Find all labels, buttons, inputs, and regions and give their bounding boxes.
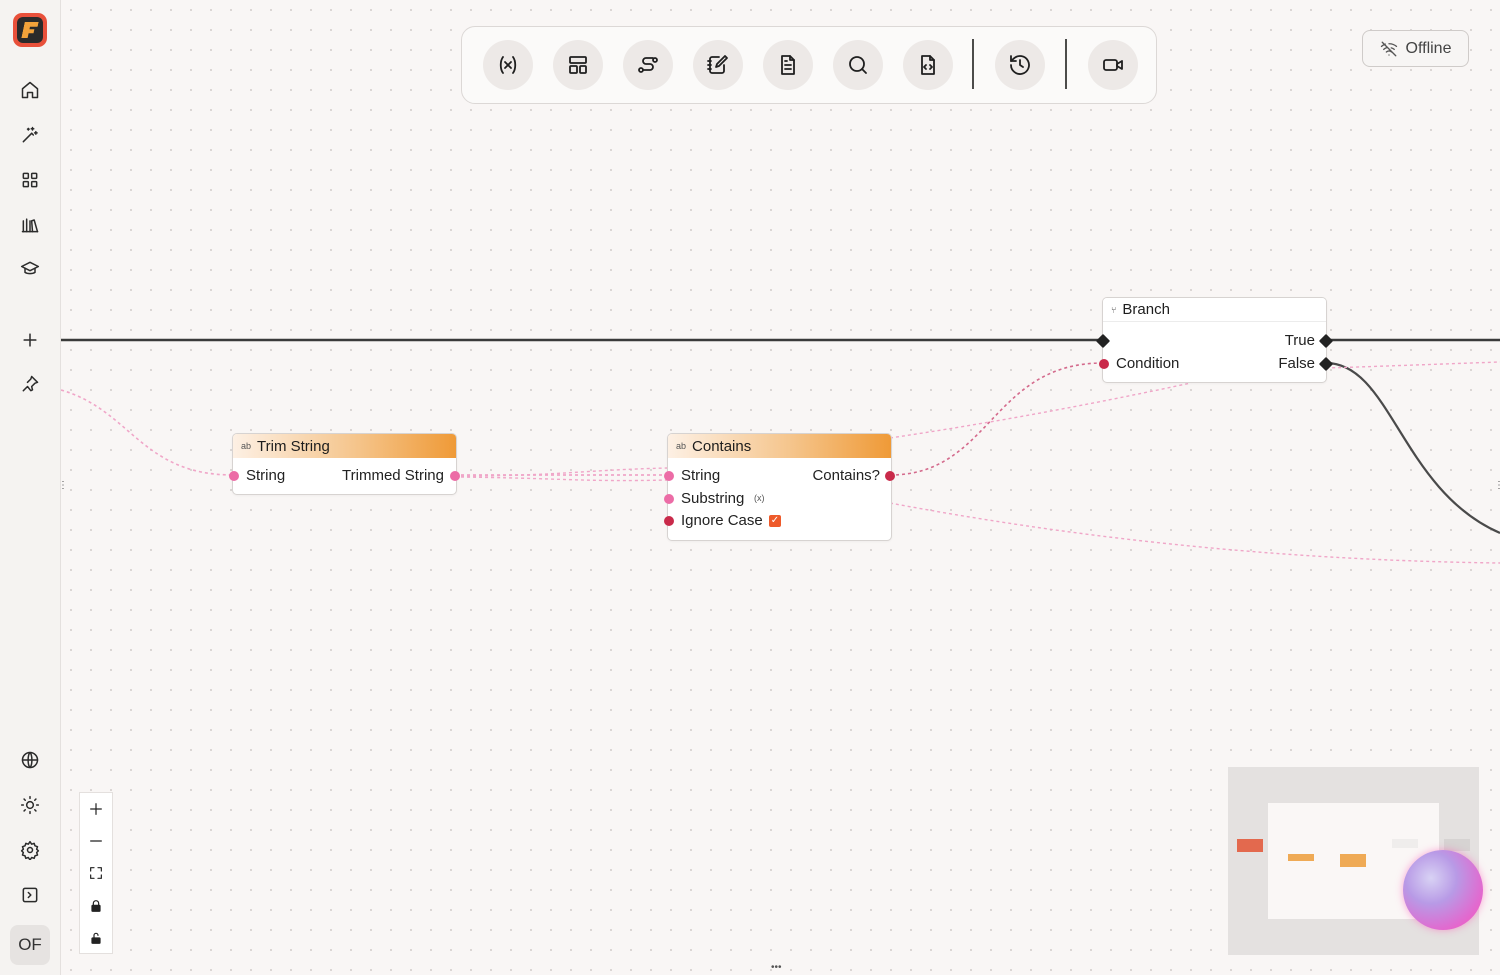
port-label-false: False <box>1278 355 1315 372</box>
branch-icon: ⑂ <box>1111 304 1117 315</box>
port-label-string: String <box>681 467 721 484</box>
grid-icon[interactable] <box>15 165 45 195</box>
pin-icon[interactable] <box>15 369 45 399</box>
fullscreen-icon[interactable] <box>80 857 112 889</box>
exec-wire-out-false <box>1325 361 1500 535</box>
document-icon[interactable] <box>763 40 813 90</box>
branch-node[interactable]: ⑂ Branch True Condition False <box>1095 297 1334 383</box>
output-pin-trimmed-string[interactable] <box>450 471 460 481</box>
string-type-icon: ab <box>676 441 687 451</box>
variable-icon[interactable]: (x) <box>754 493 765 503</box>
input-pin-string[interactable] <box>229 471 239 481</box>
avatar[interactable]: OF <box>10 925 50 965</box>
node-header[interactable]: ab Trim String <box>233 434 456 458</box>
left-sidebar: OF <box>0 0 61 975</box>
minus-icon[interactable] <box>80 825 112 857</box>
top-toolbar <box>461 26 1157 104</box>
home-icon[interactable] <box>15 75 45 105</box>
port-label-substring: Substring <box>681 490 745 507</box>
gear-icon[interactable] <box>15 835 45 865</box>
bottom-resize-handle[interactable]: ••• <box>771 962 782 973</box>
wire-trim-to-contains-3 <box>454 476 669 482</box>
zoom-controls <box>79 792 113 954</box>
wifi-off-icon <box>1380 41 1397 56</box>
string-type-icon: ab <box>241 441 252 451</box>
wire-into-trim <box>61 389 234 476</box>
wire-branch-right <box>1325 361 1500 369</box>
wire-contains-up <box>889 382 1192 439</box>
globe-icon[interactable] <box>15 745 45 775</box>
minimap-node <box>1288 854 1314 861</box>
ignore-case-checkbox[interactable]: ✓ <box>769 515 781 527</box>
port-label-contains: Contains? <box>812 467 880 484</box>
node-title: Contains <box>692 437 752 455</box>
app-logo[interactable] <box>13 13 47 47</box>
output-pin-contains[interactable] <box>885 471 895 481</box>
input-pin-string[interactable] <box>664 471 674 481</box>
offline-status-button[interactable]: Offline <box>1362 30 1469 67</box>
assistant-orb[interactable] <box>1403 850 1483 930</box>
lock-icon[interactable] <box>80 890 112 922</box>
node-header[interactable]: ab Contains <box>668 434 891 458</box>
offline-label: Offline <box>1405 39 1452 57</box>
search-icon[interactable] <box>833 40 883 90</box>
notebook-pen-icon[interactable] <box>693 40 743 90</box>
input-pin-ignore-case[interactable] <box>664 516 674 526</box>
right-resize-handle[interactable]: ⋮ <box>1494 480 1500 491</box>
library-icon[interactable] <box>15 210 45 240</box>
left-resize-handle[interactable]: ⋮ <box>61 480 68 491</box>
toolbar-divider <box>1065 39 1067 89</box>
port-label-trimmed-string: Trimmed String <box>342 467 444 484</box>
unlock-icon[interactable] <box>80 922 112 954</box>
sparkles-wand-icon[interactable] <box>15 120 45 150</box>
port-label-string: String <box>246 467 286 484</box>
file-code-icon[interactable] <box>903 40 953 90</box>
video-icon[interactable] <box>1088 40 1138 90</box>
minimap-node <box>1444 839 1470 851</box>
plus-icon[interactable] <box>15 325 45 355</box>
port-label-ignore-case: Ignore Case <box>681 512 763 529</box>
node-header[interactable]: ⑂ Branch <box>1103 298 1326 322</box>
route-icon[interactable] <box>623 40 673 90</box>
trim-string-node[interactable]: ab Trim String String Trimmed String <box>229 433 460 495</box>
layout-icon[interactable] <box>553 40 603 90</box>
wire-contains-to-condition <box>889 362 1104 476</box>
wire-contains-right <box>889 502 1500 564</box>
node-title: Trim String <box>257 437 330 455</box>
history-icon[interactable] <box>995 40 1045 90</box>
minimap-node <box>1340 854 1366 867</box>
input-pin-substring[interactable] <box>664 494 674 504</box>
contains-node[interactable]: ab Contains String Contains? Substring (… <box>664 433 895 541</box>
port-label-true: True <box>1284 332 1315 349</box>
minimap-node <box>1237 839 1263 852</box>
variable-icon[interactable] <box>483 40 533 90</box>
toolbar-divider <box>972 39 974 89</box>
graduation-cap-icon[interactable] <box>15 254 45 284</box>
node-title: Branch <box>1122 301 1170 318</box>
port-label-condition: Condition <box>1116 355 1180 372</box>
minimap-node <box>1392 839 1418 848</box>
sun-icon[interactable] <box>15 790 45 820</box>
input-pin-condition[interactable] <box>1099 359 1109 369</box>
panel-toggle-icon[interactable] <box>15 880 45 910</box>
plus-icon[interactable] <box>80 793 112 825</box>
